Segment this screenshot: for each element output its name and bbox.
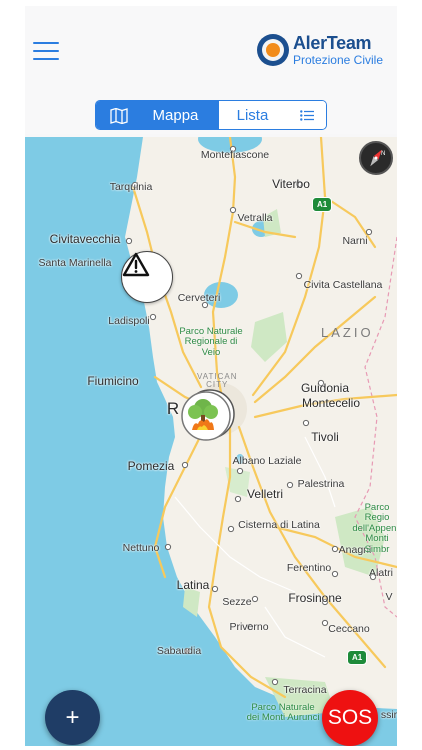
city-frosinone: Frosinone (288, 591, 342, 605)
app-frame: AlerTeam Protezione Civile Mappa Lista M… (25, 6, 397, 746)
city-ladispoli: Ladispoli (108, 315, 150, 327)
wildfire-marker[interactable] (180, 388, 236, 444)
city-cassino: ssir (380, 709, 397, 721)
city-terracina: Terracina (283, 684, 327, 696)
city-civitavecchia: Civitavecchia (49, 232, 121, 246)
wildfire-icon (181, 389, 235, 441)
tab-mappa[interactable]: Mappa (96, 101, 219, 129)
city-priverno: Priverno (229, 621, 269, 633)
brand-title: AlerTeam (292, 33, 372, 53)
city-cerveteri: Cerveteri (177, 292, 221, 304)
hamburger-menu-icon[interactable] (33, 42, 59, 62)
map-view[interactable]: Montefiascone Tarquinia Viterbo Vetralla… (25, 137, 397, 746)
city-fiumicino: Fiumicino (87, 374, 139, 388)
list-icon (300, 110, 314, 121)
region-label: LAZIO (321, 325, 374, 340)
city-vetralla: Vetralla (237, 212, 273, 224)
city-santa-marinella: Santa Marinella (38, 257, 112, 269)
alert-marker[interactable] (121, 251, 173, 303)
city-latina: Latina (176, 578, 210, 592)
park-label-simbruini: Parco Regio dell'Appenn Monti Simbr (352, 502, 397, 555)
city-pomezia: Pomezia (127, 459, 175, 473)
city-cisterna-di-latina: Cisterna di Latina (238, 519, 320, 531)
highway-shield-a1: A1 (312, 197, 333, 212)
city-velletri: Velletri (246, 487, 284, 501)
warning-triangle-icon (122, 252, 150, 277)
tab-mappa-label: Mappa (152, 106, 199, 124)
svg-text:N: N (381, 151, 385, 157)
city-civita-castellana: Civita Castellana (303, 279, 383, 291)
city-viterbo: Viterbo (272, 177, 310, 191)
tab-lista[interactable]: Lista (218, 101, 326, 129)
add-report-button[interactable]: + (45, 690, 100, 745)
city-tivoli: Tivoli (311, 430, 339, 444)
compass-icon[interactable]: N (359, 141, 393, 175)
city-guidonia: Guidonia (300, 381, 350, 395)
city-albano-laziale: Albano Laziale (232, 455, 302, 467)
park-area (251, 312, 287, 362)
brand-subtitle: Protezione Civile (292, 53, 383, 67)
city-montecelio: Montecelio (301, 396, 361, 410)
highway-shield-a1: A1 (347, 650, 368, 665)
civil-protection-emblem-icon (256, 34, 289, 66)
city-tarquinia: Tarquinia (109, 181, 153, 193)
city-alatri: Alatri (369, 567, 393, 579)
view-toggle: Mappa Lista (95, 100, 327, 130)
park-label-veio: Parco Naturale Regionale di Veio (179, 326, 243, 358)
app-header: AlerTeam Protezione Civile Mappa Lista (25, 6, 397, 134)
map-icon (110, 108, 128, 124)
city-montefiascone: Montefiascone (200, 149, 270, 161)
city-ceccano: Ceccano (328, 623, 370, 635)
brand-logo: AlerTeam Protezione Civile (256, 33, 383, 67)
tab-lista-label: Lista (236, 106, 269, 124)
vatican-city-label: VATICAN CITY (197, 372, 238, 389)
city-sabaudia: Sabaudia (156, 645, 202, 657)
city-sezze: Sezze (222, 596, 252, 608)
sos-button[interactable]: SOS (322, 690, 378, 746)
city-narni: Narni (342, 235, 368, 247)
city-palestrina: Palestrina (297, 478, 345, 490)
city-veroli: V (385, 591, 393, 603)
city-nettuno: Nettuno (122, 542, 160, 554)
city-ferentino: Ferentino (286, 562, 332, 574)
city-roma: R (166, 399, 180, 418)
park-label-aurunci: Parco Naturale dei Monti Aurunci (246, 702, 320, 724)
